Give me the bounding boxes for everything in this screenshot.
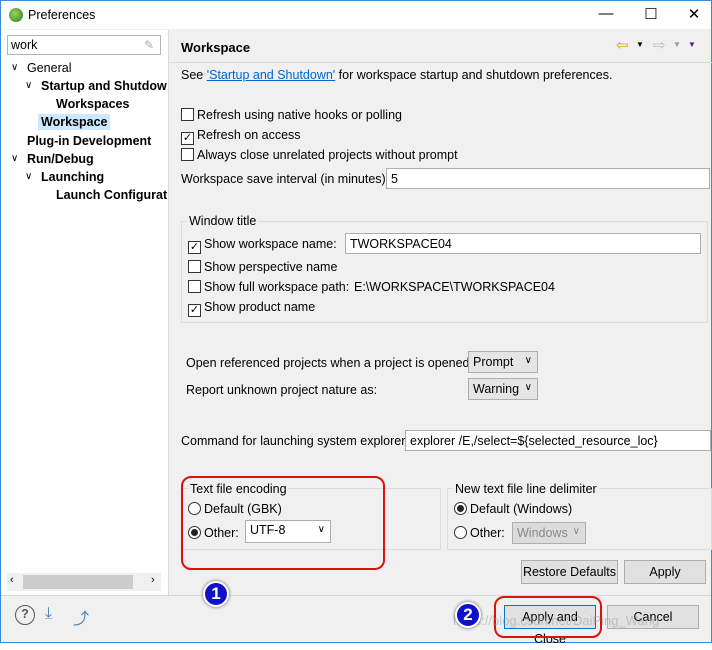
scroll-left-icon[interactable]: ‹ xyxy=(10,574,14,586)
tree-item-workspace[interactable]: Workspace xyxy=(38,114,111,130)
forward-arrow-icon[interactable]: ⇨ xyxy=(653,36,666,54)
refresh-on-access-checkbox[interactable]: ✓ Refresh on access xyxy=(181,128,301,145)
delimiter-group-label: New text file line delimiter xyxy=(453,482,599,496)
tree-item-general[interactable]: General xyxy=(27,61,71,75)
always-close-checkbox[interactable]: Always close unrelated projects without … xyxy=(181,148,458,162)
chevron-down-icon: ∨ xyxy=(524,355,532,366)
help-icon[interactable]: ? xyxy=(15,605,35,625)
delimiter-other-radio[interactable]: Other: xyxy=(454,526,505,540)
close-button[interactable]: ✕ xyxy=(679,5,709,25)
view-menu-icon[interactable]: ▼ xyxy=(688,40,696,49)
see-startup-text: See 'Startup and Shutdown' for workspace… xyxy=(181,68,613,82)
scrollbar-thumb[interactable] xyxy=(23,575,133,589)
save-interval-label: Workspace save interval (in minutes): xyxy=(181,172,390,186)
explorer-command-input[interactable] xyxy=(405,430,711,451)
window-title-group-label: Window title xyxy=(187,214,259,228)
eclipse-icon xyxy=(9,8,23,22)
tree-chevron-icon[interactable]: ∨ xyxy=(25,80,32,91)
full-path-value: E:\WORKSPACE\TWORKSPACE04 xyxy=(354,280,555,294)
save-interval-input[interactable] xyxy=(386,168,710,189)
restore-defaults-button[interactable]: Restore Defaults xyxy=(521,560,618,584)
page-title: Workspace xyxy=(181,40,251,55)
window-title: Preferences xyxy=(28,8,96,22)
delimiter-group: New text file line delimiter Default (Wi… xyxy=(447,482,712,550)
workspace-page: Workspace ⇦ ▼ ⇨ ▼ ▼ See 'Startup and Shu… xyxy=(170,30,712,595)
tree-item-launch-config[interactable]: Launch Configurat xyxy=(56,188,167,202)
tree-item-workspaces[interactable]: Workspaces xyxy=(56,97,129,111)
tree-item-startup[interactable]: Startup and Shutdow xyxy=(41,79,167,93)
apply-button[interactable]: Apply xyxy=(624,560,706,584)
show-product-checkbox[interactable]: ✓ Show product name xyxy=(188,300,315,317)
annotation-badge-2: 2 xyxy=(455,602,481,628)
tree-item-run-debug[interactable]: Run/Debug xyxy=(27,152,94,166)
open-ref-select[interactable]: Prompt ∨ xyxy=(468,351,538,373)
horizontal-scrollbar[interactable]: ‹ › xyxy=(7,573,161,591)
back-menu-icon[interactable]: ▼ xyxy=(636,40,644,49)
explorer-label: Command for launching system explorer: xyxy=(181,434,409,448)
refresh-native-checkbox[interactable]: Refresh using native hooks or polling xyxy=(181,108,402,122)
footer: ? ⤓ ⤴ Apply and Close Cancel https://blo… xyxy=(1,595,711,646)
tree-chevron-icon[interactable]: ∨ xyxy=(11,153,18,164)
window-title-group: Window title ✓Show workspace name: Show … xyxy=(181,214,708,323)
import-icon[interactable]: ⤓ xyxy=(45,605,52,623)
show-ws-name-checkbox[interactable]: ✓ Show workspace name: xyxy=(188,237,337,254)
show-full-path-checkbox[interactable]: Show full workspace path: xyxy=(188,280,349,294)
unknown-nature-select[interactable]: Warning ∨ xyxy=(468,378,538,400)
export-icon[interactable]: ⤴ xyxy=(73,605,89,629)
filter-input[interactable] xyxy=(7,35,161,55)
title-bar: Preferences — ☐ ✕ xyxy=(1,1,711,29)
tree-chevron-icon[interactable]: ∨ xyxy=(25,171,32,182)
chevron-down-icon: ∨ xyxy=(524,382,532,393)
forward-menu-icon[interactable]: ▼ xyxy=(673,40,681,49)
page-header: Workspace ⇦ ▼ ⇨ ▼ ▼ xyxy=(170,30,712,63)
tree-item-plugin-dev[interactable]: Plug-in Development xyxy=(27,134,151,148)
show-perspective-checkbox[interactable]: Show perspective name xyxy=(188,260,337,274)
clear-filter-icon[interactable]: ✎ xyxy=(144,38,154,52)
delimiter-select: Windows ∨ xyxy=(512,522,586,544)
back-arrow-icon[interactable]: ⇦ xyxy=(616,36,629,54)
annotation-badge-1: 1 xyxy=(203,581,229,607)
sidebar: ✎ ∨ General ∨ Startup and Shutdow Worksp… xyxy=(1,30,169,595)
chevron-down-icon: ∨ xyxy=(572,526,580,537)
startup-shutdown-link[interactable]: 'Startup and Shutdown' xyxy=(207,68,335,82)
ws-name-input[interactable] xyxy=(345,233,701,254)
delimiter-default-radio[interactable]: Default (Windows) xyxy=(454,502,572,516)
annotation-box-encoding xyxy=(181,476,385,570)
minimize-button[interactable]: — xyxy=(591,5,621,25)
tree-item-launching[interactable]: Launching xyxy=(41,170,104,184)
unknown-nature-label: Report unknown project nature as: xyxy=(186,383,378,397)
watermark: https://blog.csdn.net/DaiPing_Wang xyxy=(453,613,660,628)
maximize-button[interactable]: ☐ xyxy=(636,5,666,25)
open-ref-label: Open referenced projects when a project … xyxy=(186,356,473,370)
tree-chevron-icon[interactable]: ∨ xyxy=(11,62,18,73)
preferences-window: Preferences — ☐ ✕ ✎ ∨ General ∨ Startup … xyxy=(0,0,712,646)
scroll-right-icon[interactable]: › xyxy=(151,574,155,586)
